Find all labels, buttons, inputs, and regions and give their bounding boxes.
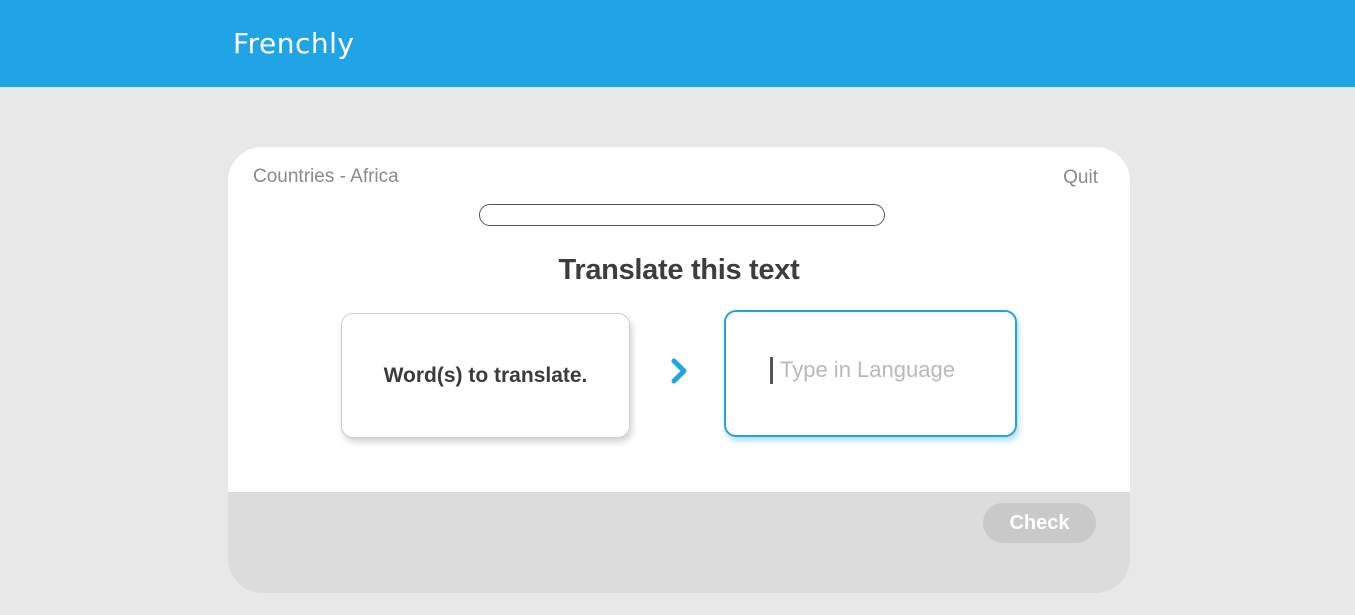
exercise-card: Countries - Africa Quit Translate this t… <box>228 147 1130 593</box>
app-logo[interactable]: Frenchly <box>233 27 354 60</box>
answer-card[interactable] <box>724 310 1017 437</box>
source-card: Word(s) to translate. <box>341 313 630 438</box>
lesson-name: Countries - Africa <box>253 166 399 187</box>
check-button[interactable]: Check <box>983 503 1096 543</box>
source-text: Word(s) to translate. <box>383 363 588 387</box>
text-caret <box>770 357 773 384</box>
chevron-right-icon <box>671 358 687 384</box>
progress-bar <box>479 204 885 226</box>
top-bar: Frenchly <box>0 0 1355 87</box>
quit-button[interactable]: Quit <box>1063 167 1098 189</box>
prompt-title: Translate this text <box>558 254 800 286</box>
answer-input[interactable] <box>776 352 996 388</box>
footer-bar: Check <box>228 492 1130 593</box>
